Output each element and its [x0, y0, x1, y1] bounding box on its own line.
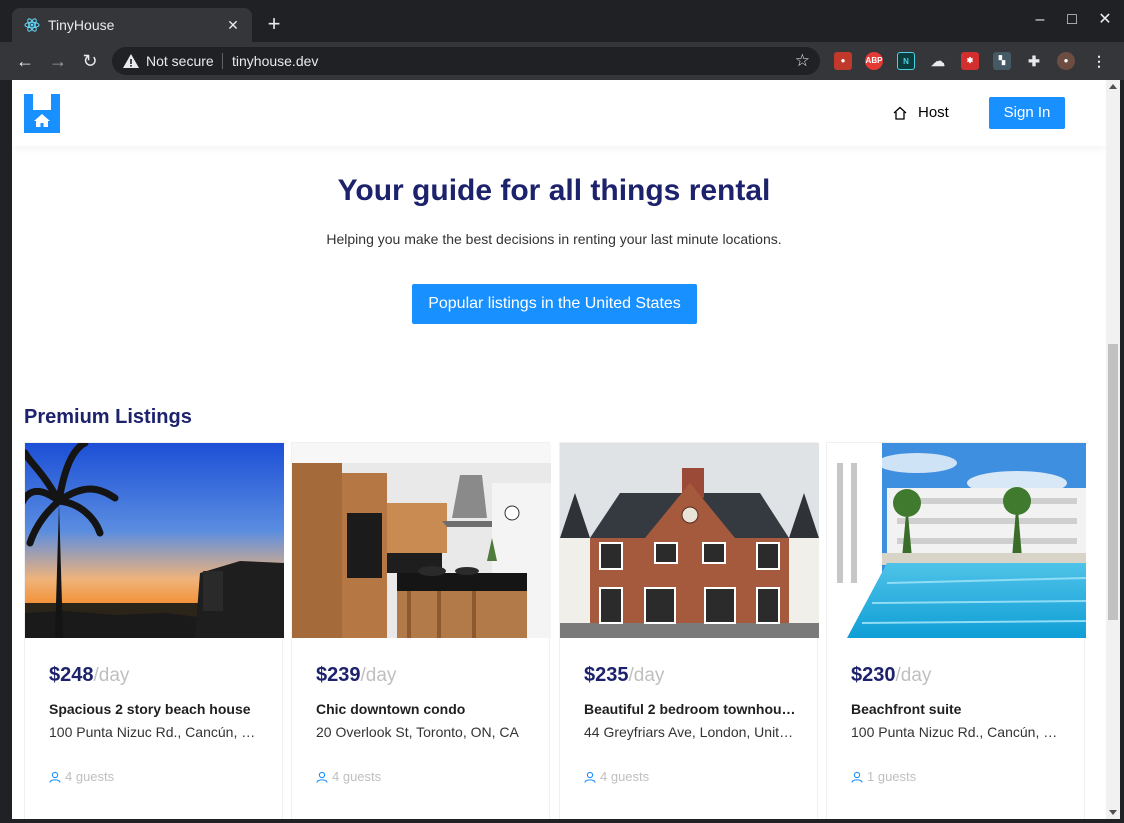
listing-address: 44 Greyfriars Ave, London, United Kingdo…	[584, 724, 796, 740]
cloud-extension-icon[interactable]: ☁	[929, 52, 947, 70]
listing-guests: 4 guests	[49, 769, 114, 784]
guests-label: 4 guests	[332, 769, 382, 784]
bookmark-star-icon[interactable]: ☆	[795, 51, 810, 71]
price-unit: /day	[895, 665, 932, 686]
user-icon	[851, 771, 863, 783]
green-extension-icon[interactable]: ▚	[993, 52, 1011, 70]
maximize-icon[interactable]: □	[1062, 10, 1082, 30]
price-value: $235	[584, 664, 629, 686]
url-text[interactable]: tinyhouse.dev	[232, 53, 318, 69]
n-extension-icon[interactable]: N	[897, 52, 915, 70]
scroll-up-arrow[interactable]	[1109, 84, 1117, 89]
guests-label: 4 guests	[600, 769, 650, 784]
browser-tab[interactable]: TinyHouse ✕	[12, 8, 252, 42]
listing-card[interactable]: $239/day Chic downtown condo 20 Overlook…	[291, 442, 551, 819]
window-frame-left	[0, 80, 12, 823]
listing-image[interactable]	[827, 443, 1086, 638]
listing-image[interactable]	[292, 443, 551, 638]
adblock-icon[interactable]: ABP	[865, 52, 883, 70]
listing-title: Beautiful 2 bedroom townhouse	[584, 701, 796, 717]
app-header: Host Sign In	[12, 80, 1106, 146]
premium-listings-title: Premium Listings	[24, 406, 192, 428]
profile-avatar[interactable]: ●	[1057, 52, 1075, 70]
listing-title: Spacious 2 story beach house	[49, 701, 251, 717]
tinyhouse-logo[interactable]	[24, 94, 60, 133]
tab-close-icon[interactable]: ✕	[224, 16, 242, 34]
page-viewport: Host Sign In Your guide for all things r…	[12, 80, 1106, 819]
listing-title: Beachfront suite	[851, 701, 962, 717]
user-icon	[49, 771, 61, 783]
listing-guests: 1 guests	[851, 769, 916, 784]
user-icon	[584, 771, 596, 783]
window-frame-right	[1120, 80, 1124, 823]
popular-listings-button[interactable]: Popular listings in the United States	[412, 284, 697, 324]
back-icon[interactable]: ←	[14, 50, 36, 72]
listing-body: $230/day Beachfront suite 100 Punta Nizu…	[851, 664, 1063, 740]
user-icon	[316, 771, 328, 783]
listing-address: 100 Punta Nizuc Rd., Cancún, Quintana Ro…	[49, 724, 261, 740]
reload-icon[interactable]: ↻	[79, 50, 101, 72]
scroll-thumb[interactable]	[1108, 344, 1118, 620]
listing-title: Chic downtown condo	[316, 701, 466, 717]
puzzle-icon[interactable]: ✚	[1025, 52, 1043, 70]
price-value: $239	[316, 664, 361, 686]
menu-kebab-icon[interactable]: ⋮	[1090, 52, 1108, 70]
listing-guests: 4 guests	[584, 769, 649, 784]
address-bar[interactable]: Not secure tinyhouse.dev ☆	[112, 47, 820, 75]
window-frame-bottom	[0, 819, 1124, 823]
security-label[interactable]: Not secure	[146, 53, 214, 69]
tab-strip: TinyHouse ✕ + – □ ✕	[0, 0, 1124, 42]
browser-toolbar: ← → ↻ Not secure tinyhouse.dev ☆ ● ABP N…	[0, 42, 1124, 80]
listing-body: $248/day Spacious 2 story beach house 10…	[49, 664, 261, 740]
tab-title: TinyHouse	[48, 17, 115, 33]
sign-in-button[interactable]: Sign In	[989, 97, 1065, 129]
listing-card[interactable]: $230/day Beachfront suite 100 Punta Nizu…	[826, 442, 1086, 819]
listing-image[interactable]	[560, 443, 819, 638]
guests-label: 4 guests	[65, 769, 115, 784]
scroll-down-arrow[interactable]	[1109, 810, 1117, 815]
page-scrollbar[interactable]	[1106, 80, 1120, 819]
hero-subtitle: Helping you make the best decisions in r…	[326, 231, 782, 247]
omnibox-divider	[222, 53, 223, 69]
host-link[interactable]: Host	[892, 104, 949, 121]
warning-icon	[123, 54, 139, 68]
listing-price: $239/day	[316, 664, 528, 687]
listing-price: $235/day	[584, 664, 796, 687]
listing-address: 20 Overlook St, Toronto, ON, CA	[316, 724, 519, 740]
browser-window: TinyHouse ✕ + – □ ✕ ← → ↻ Not secure tin…	[0, 0, 1124, 823]
minimize-icon[interactable]: –	[1030, 10, 1050, 30]
price-unit: /day	[93, 665, 130, 686]
close-window-icon[interactable]: ✕	[1095, 10, 1115, 30]
price-value: $248	[49, 664, 94, 686]
price-unit: /day	[360, 665, 397, 686]
price-unit: /day	[628, 665, 665, 686]
forward-icon[interactable]: →	[47, 50, 69, 72]
listing-image[interactable]	[25, 443, 284, 638]
listing-card[interactable]: $248/day Spacious 2 story beach house 10…	[24, 442, 284, 819]
price-value: $230	[851, 664, 896, 686]
guests-label: 1 guests	[867, 769, 917, 784]
listing-price: $248/day	[49, 664, 261, 687]
new-tab-icon[interactable]: +	[262, 12, 286, 36]
listing-card[interactable]: $235/day Beautiful 2 bedroom townhouse 4…	[559, 442, 819, 819]
host-label: Host	[918, 104, 949, 121]
listing-guests: 4 guests	[316, 769, 381, 784]
red-extension-icon[interactable]: ✱	[961, 52, 979, 70]
home-icon	[893, 106, 907, 120]
listing-address: 100 Punta Nizuc Rd., Cancún, Quintana Ro…	[851, 724, 1063, 740]
listing-body: $239/day Chic downtown condo 20 Overlook…	[316, 664, 528, 740]
listing-price: $230/day	[851, 664, 1063, 687]
extension-icon[interactable]: ●	[834, 52, 852, 70]
hero-title: Your guide for all things rental	[337, 174, 771, 207]
react-icon	[24, 18, 40, 32]
listing-body: $235/day Beautiful 2 bedroom townhouse 4…	[584, 664, 796, 740]
